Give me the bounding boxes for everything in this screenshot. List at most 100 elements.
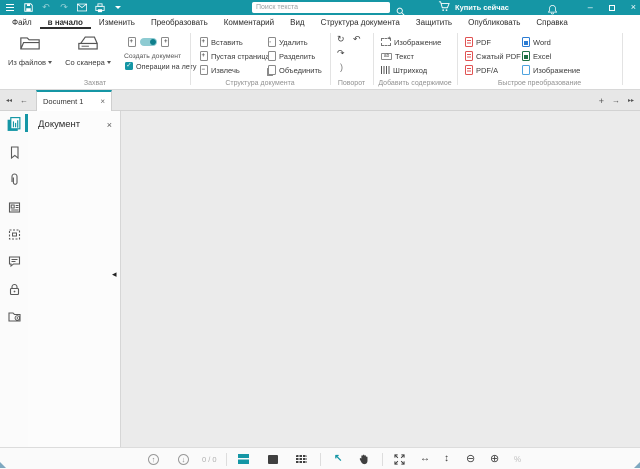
- sidebar-item-pages[interactable]: [0, 112, 28, 136]
- menu-icon[interactable]: [5, 2, 15, 13]
- on-the-fly-label: Операции на лету: [136, 62, 197, 71]
- email-icon[interactable]: [77, 2, 87, 13]
- menu-edit[interactable]: Изменить: [91, 15, 143, 29]
- buy-now-button[interactable]: Купить сейчас: [438, 0, 509, 15]
- scroll-tabs-start-icon[interactable]: ◂◂: [2, 97, 16, 104]
- statusbar-divider: [382, 448, 383, 469]
- menu-publish[interactable]: Опубликовать: [460, 15, 528, 29]
- zoom-out-icon[interactable]: ⊖: [466, 448, 475, 469]
- quick-access-buttons: ↶ ↷: [5, 0, 123, 15]
- search-input[interactable]: [252, 2, 390, 13]
- menu-help[interactable]: Справка: [528, 15, 575, 29]
- document-view[interactable]: [121, 111, 640, 447]
- undo-icon[interactable]: ↶: [41, 2, 51, 13]
- select-tool-button[interactable]: ↖: [334, 448, 342, 469]
- rotate-arc-icon[interactable]: ): [340, 63, 343, 72]
- from-files-button[interactable]: Из файлов: [4, 35, 56, 67]
- convert-excel-button[interactable]: Excel: [522, 50, 551, 62]
- resize-grip-right[interactable]: [634, 462, 640, 468]
- from-scanner-label: Со сканера: [65, 58, 105, 67]
- previous-page-button[interactable]: ↑: [148, 448, 159, 469]
- group-label-rotate: Поворот: [330, 80, 373, 87]
- convert-pdfa-button[interactable]: PDF/A: [465, 64, 498, 76]
- hand-tool-button[interactable]: [358, 448, 369, 469]
- scroll-tabs-end-icon[interactable]: ▸▸: [624, 97, 638, 104]
- tab-back-icon[interactable]: ←: [16, 96, 32, 105]
- group-label-add-content: Добавить содержимое: [373, 80, 457, 87]
- folder-icon: [19, 38, 41, 55]
- app-window: ↶ ↷ Купить сейчас – ×: [0, 0, 640, 469]
- fullscreen-button[interactable]: [394, 448, 405, 469]
- redo-icon[interactable]: ↷: [59, 2, 69, 13]
- close-window-icon[interactable]: ×: [631, 3, 636, 12]
- group-label-doc-structure: Структура документа: [190, 80, 330, 87]
- insert-page-button[interactable]: + Вставить: [200, 36, 243, 48]
- lock-icon: [7, 282, 22, 297]
- sidebar-item-security[interactable]: [0, 277, 28, 301]
- sidebar-item-bookmarks[interactable]: [0, 140, 28, 164]
- save-icon[interactable]: [23, 2, 33, 13]
- menu-protect[interactable]: Защитить: [408, 15, 460, 29]
- minimize-icon[interactable]: –: [588, 3, 593, 12]
- panel-collapse-icon[interactable]: ◂: [112, 270, 117, 279]
- convert-pdf-button[interactable]: PDF: [465, 36, 491, 48]
- chevron-down-icon[interactable]: [113, 2, 123, 13]
- single-page-icon: [268, 455, 278, 464]
- sidebar-item-attachments[interactable]: [0, 167, 28, 191]
- create-document-switch[interactable]: [140, 38, 157, 46]
- create-document-toggle[interactable]: + +: [128, 36, 169, 48]
- menu-doc-structure[interactable]: Структура документа: [313, 15, 408, 29]
- new-tab-icon[interactable]: +: [595, 96, 608, 106]
- fit-width-icon[interactable]: ↔: [420, 448, 430, 469]
- convert-image-button[interactable]: Изображение: [522, 64, 580, 76]
- bookmark-icon: [7, 145, 22, 160]
- add-text-button[interactable]: ab Текст: [381, 50, 414, 62]
- menu-home[interactable]: в начало: [40, 15, 91, 29]
- fullscreen-icon: [394, 454, 405, 465]
- sidebar-item-document-info[interactable]: [0, 304, 28, 328]
- menu-comment[interactable]: Комментарий: [216, 15, 282, 29]
- print-icon[interactable]: [95, 2, 105, 13]
- split-document-button[interactable]: Разделить: [268, 50, 315, 62]
- page-minus-icon: −: [200, 65, 208, 75]
- tab-document-1[interactable]: Document 1 ×: [36, 90, 112, 111]
- chevron-down-icon: [107, 61, 111, 64]
- pdf-file-icon: [465, 37, 473, 47]
- maximize-icon[interactable]: [609, 5, 615, 11]
- scanner-icon: [77, 38, 99, 55]
- menu-file[interactable]: Файл: [4, 15, 40, 29]
- sidebar-item-form-fields[interactable]: [0, 222, 28, 246]
- word-file-icon: [522, 37, 530, 47]
- merge-document-button[interactable]: Объединить: [268, 64, 322, 76]
- continuous-view-button[interactable]: [238, 448, 249, 469]
- convert-compressed-pdf-button[interactable]: Сжатый PDF: [465, 50, 521, 62]
- resize-grip-left[interactable]: [0, 462, 6, 468]
- sidebar-item-content[interactable]: [0, 195, 28, 219]
- ribbon-divider: [190, 33, 191, 85]
- group-label-capture: Захват: [0, 80, 190, 87]
- excel-file-icon: [522, 51, 530, 61]
- fit-height-icon[interactable]: ↕: [444, 448, 449, 469]
- convert-word-button[interactable]: Word: [522, 36, 551, 48]
- thumbnail-view-button[interactable]: [296, 448, 307, 469]
- tab-forward-icon[interactable]: →: [608, 96, 624, 105]
- extract-page-button[interactable]: − Извлечь: [200, 64, 240, 76]
- rotate-cw-icon[interactable]: ↻: [337, 35, 345, 44]
- tab-close-icon[interactable]: ×: [100, 97, 105, 106]
- pdfa-file-icon: [465, 65, 473, 75]
- from-scanner-button[interactable]: Со сканера: [60, 35, 116, 67]
- add-image-button[interactable]: + Изображение: [381, 36, 441, 48]
- next-page-button[interactable]: ↓: [178, 448, 189, 469]
- panel-close-icon[interactable]: ×: [107, 120, 112, 130]
- on-the-fly-checkbox[interactable]: ✓ Операции на лету: [125, 60, 197, 72]
- rotate-right-icon[interactable]: ↷: [337, 49, 345, 58]
- single-page-view-button[interactable]: [268, 448, 278, 469]
- delete-page-button[interactable]: ▪ Удалить: [268, 36, 308, 48]
- add-barcode-button[interactable]: Штрихкод: [381, 64, 427, 76]
- menu-convert[interactable]: Преобразовать: [143, 15, 216, 29]
- blank-page-button[interactable]: + Пустая страница: [200, 50, 270, 62]
- rotate-ccw-icon[interactable]: ↶: [353, 35, 361, 44]
- menu-view[interactable]: Вид: [282, 15, 312, 29]
- sidebar-item-comments[interactable]: [0, 249, 28, 273]
- zoom-in-icon[interactable]: ⊕: [490, 448, 499, 469]
